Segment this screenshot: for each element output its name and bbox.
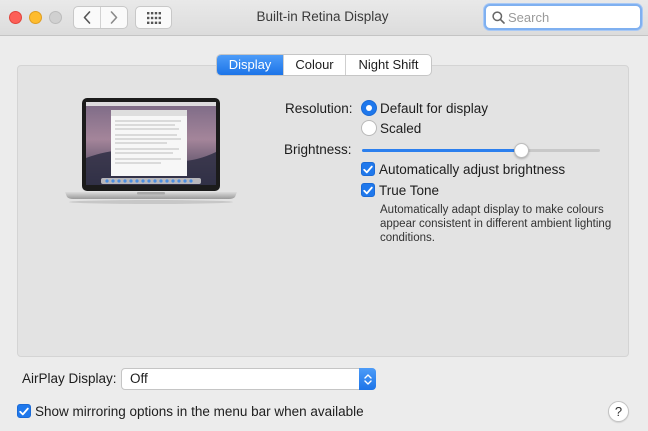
brightness-label: Brightness: (284, 142, 352, 157)
brightness-slider[interactable] (362, 143, 600, 158)
nav-buttons (73, 6, 128, 29)
true-tone-checkbox[interactable] (361, 183, 375, 197)
laptop-icon (65, 98, 237, 204)
resolution-default-label[interactable]: Default for display (380, 101, 488, 116)
updown-chevron-icon (363, 373, 372, 385)
resolution-scaled-radio[interactable] (361, 120, 377, 136)
brightness-slider-fill (362, 149, 522, 152)
resolution-label: Resolution: (285, 101, 353, 116)
minimize-window-button[interactable] (29, 11, 42, 24)
resolution-default-radio[interactable] (361, 100, 377, 116)
zoom-window-button[interactable] (49, 11, 62, 24)
close-window-button[interactable] (9, 11, 22, 24)
forward-arrow-icon (110, 11, 118, 24)
checkmark-icon (19, 407, 29, 415)
forward-button[interactable] (100, 7, 127, 28)
auto-brightness-checkbox[interactable] (361, 162, 375, 176)
mirroring-label[interactable]: Show mirroring options in the menu bar w… (35, 404, 364, 419)
mirroring-checkbox[interactable] (17, 404, 31, 418)
back-button[interactable] (74, 7, 100, 28)
auto-brightness-label[interactable]: Automatically adjust brightness (379, 162, 565, 177)
back-arrow-icon (83, 11, 91, 24)
search-input[interactable] (508, 9, 633, 25)
airplay-display-value: Off (130, 371, 148, 386)
airplay-display-label: AirPlay Display: (22, 371, 117, 386)
true-tone-label[interactable]: True Tone (379, 183, 439, 198)
tab-display[interactable]: Display (217, 55, 283, 75)
true-tone-description: Automatically adapt display to make colo… (380, 204, 612, 244)
select-arrows (359, 368, 376, 390)
checkmark-icon (363, 165, 373, 173)
resolution-scaled-label[interactable]: Scaled (380, 121, 421, 136)
brightness-slider-knob[interactable] (514, 143, 529, 158)
show-all-grid-icon (146, 11, 161, 24)
help-button[interactable]: ? (608, 401, 629, 422)
tab-colour[interactable]: Colour (283, 55, 345, 75)
title-bar: Built-in Retina Display (0, 0, 648, 36)
show-all-button[interactable] (135, 6, 172, 29)
window-title: Built-in Retina Display (256, 9, 389, 24)
search-field[interactable] (484, 4, 642, 30)
airplay-display-select[interactable]: Off (121, 368, 376, 390)
checkmark-icon (363, 186, 373, 194)
tab-bar: Display Colour Night Shift (216, 54, 432, 76)
tab-night-shift[interactable]: Night Shift (345, 55, 431, 75)
search-icon (492, 10, 505, 24)
